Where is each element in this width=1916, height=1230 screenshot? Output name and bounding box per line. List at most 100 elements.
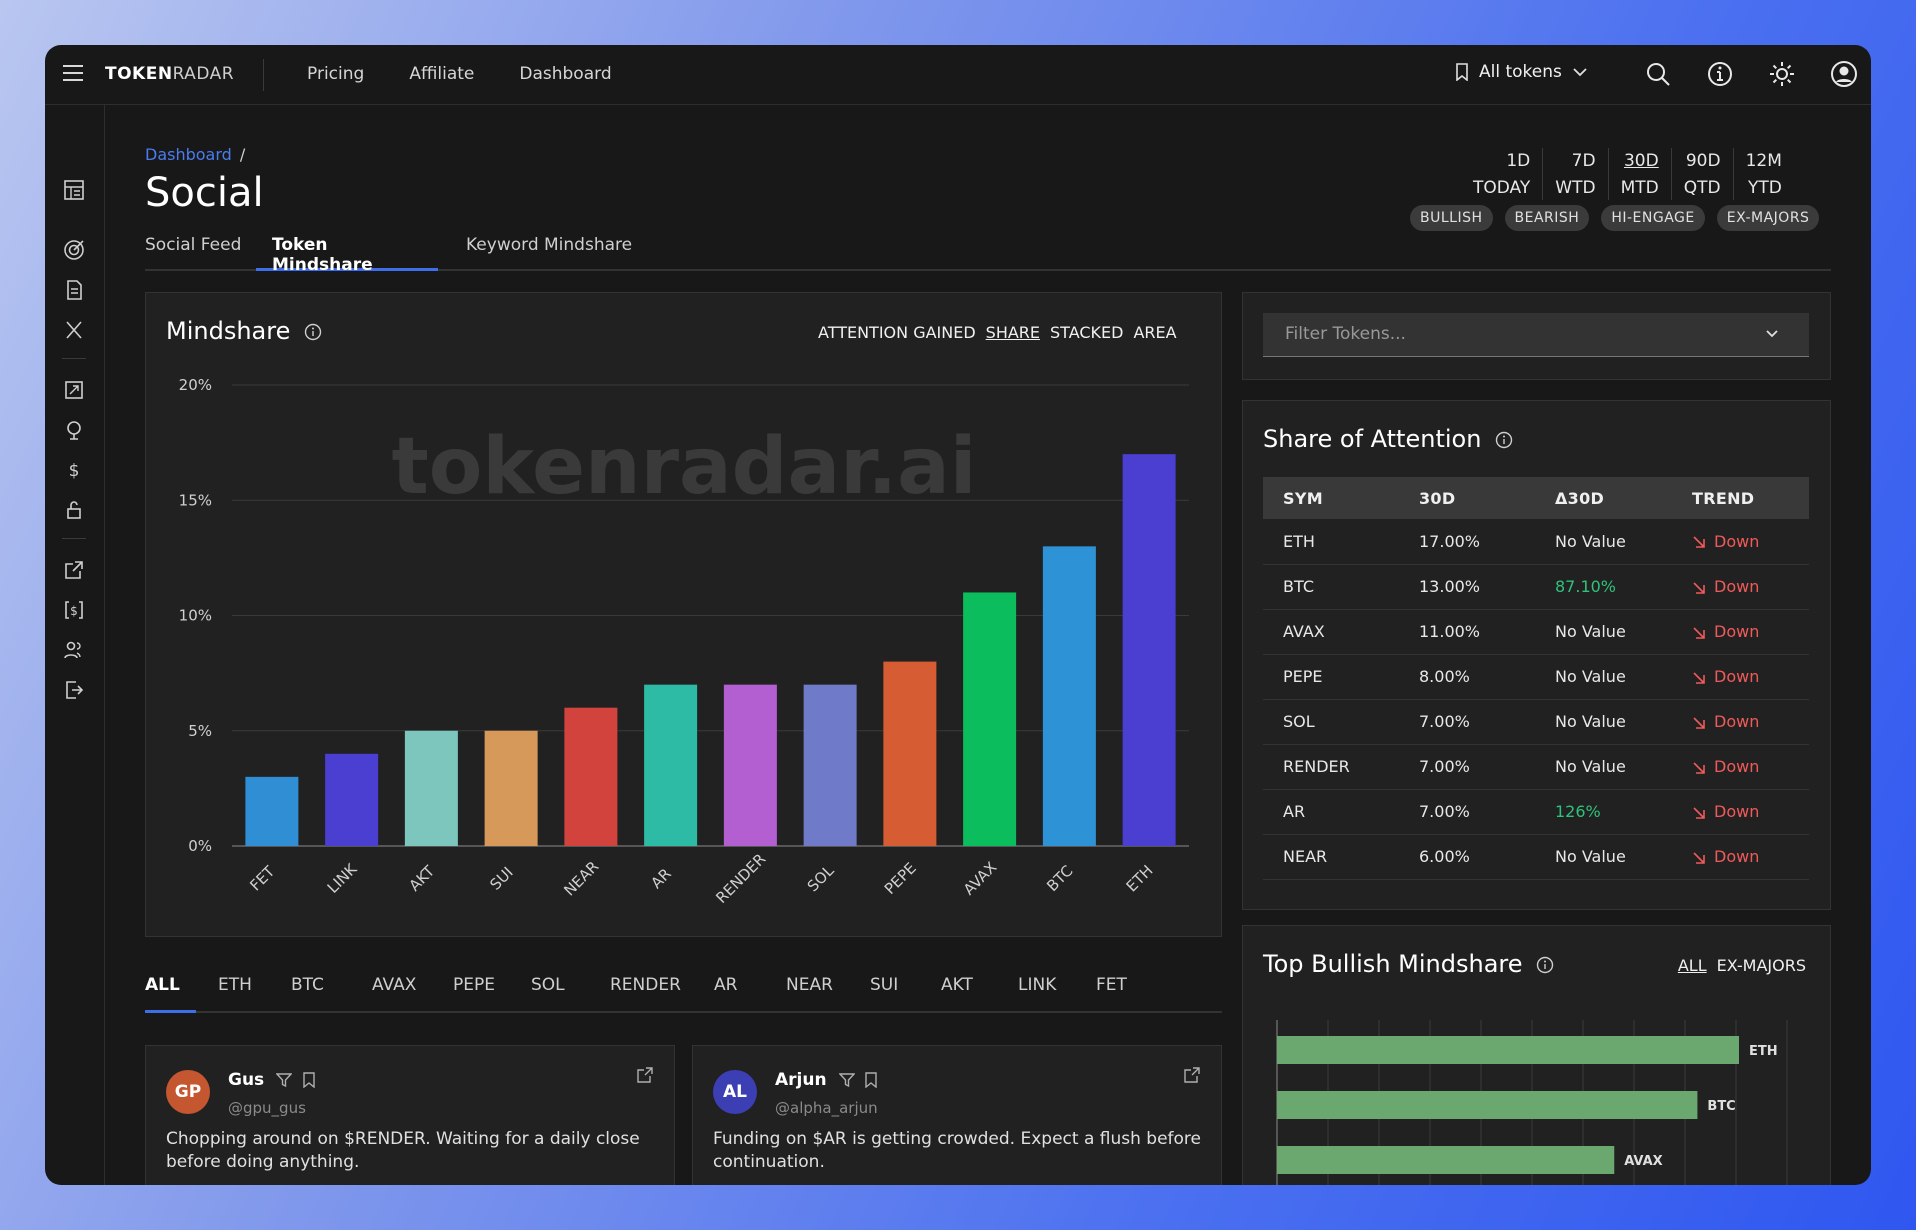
bullish-bar-btc[interactable] (1277, 1091, 1698, 1119)
dollar-icon[interactable]: $ (62, 458, 86, 482)
table-row[interactable]: AR 7.00% 126% Down (1263, 789, 1809, 835)
chip-bullish[interactable]: BULLISH (1410, 205, 1493, 231)
token-tab-sol[interactable]: SOL (531, 975, 565, 1013)
bar-render[interactable] (723, 684, 777, 846)
globe-icon[interactable] (62, 418, 86, 442)
token-tab-link[interactable]: LINK (1018, 975, 1056, 1013)
logout-icon[interactable] (62, 678, 86, 702)
external-link-icon[interactable] (1183, 1066, 1201, 1084)
period-90d[interactable]: 90D QTD (1684, 148, 1721, 202)
col-30d[interactable]: 30D (1399, 477, 1535, 519)
chip-ex-majors[interactable]: EX-MAJORS (1716, 205, 1820, 231)
period-12m[interactable]: 12M YTD (1746, 148, 1782, 202)
post-handle[interactable]: @alpha_arjun (775, 1099, 878, 1117)
external-link-icon[interactable] (62, 558, 86, 582)
col-sym[interactable]: SYM (1263, 477, 1399, 519)
bar-akt[interactable] (404, 730, 458, 846)
unlock-icon[interactable] (62, 498, 86, 522)
tab-keyword-mindshare[interactable]: Keyword Mindshare (466, 235, 632, 271)
target-icon[interactable] (62, 238, 86, 262)
token-tab-all[interactable]: ALL (145, 975, 196, 1013)
period-divider (1670, 148, 1672, 200)
filter-icon[interactable] (275, 1072, 293, 1088)
expand-icon[interactable] (62, 378, 86, 402)
cell-sym: AR (1263, 789, 1399, 835)
bullish-bar-avax[interactable] (1277, 1146, 1615, 1174)
arrow-down-right-icon (1693, 851, 1705, 864)
users-icon[interactable] (62, 638, 86, 662)
table-row[interactable]: NEAR 6.00% No Value Down (1263, 834, 1809, 880)
bar-avax[interactable] (963, 592, 1017, 846)
token-selector[interactable]: All tokens (1455, 62, 1588, 82)
bar-near[interactable] (564, 707, 618, 846)
user-avatar-icon[interactable] (1829, 59, 1859, 89)
table-row[interactable]: BTC 13.00% 87.10% Down (1263, 564, 1809, 610)
chevron-down-icon (1766, 330, 1778, 338)
token-tab-render[interactable]: RENDER (610, 975, 681, 1013)
post-card[interactable]: GP Gus @gpu_gus Chopping around on $REND… (145, 1045, 675, 1185)
token-tab-pepe[interactable]: PEPE (453, 975, 495, 1013)
info-icon[interactable] (1495, 431, 1513, 449)
table-row[interactable]: SOL 7.00% No Value Down (1263, 699, 1809, 745)
post-handle[interactable]: @gpu_gus (228, 1099, 306, 1117)
avatar[interactable]: GP (166, 1070, 210, 1114)
table-row[interactable]: AVAX 11.00% No Value Down (1263, 609, 1809, 655)
token-tab-eth[interactable]: ETH (218, 975, 252, 1013)
period-7d[interactable]: 7D WTD (1555, 148, 1595, 202)
post-author[interactable]: Arjun (775, 1070, 878, 1090)
tab-token-mindshare[interactable]: Token Mindshare (256, 235, 438, 275)
theme-toggle-icon[interactable] (1767, 59, 1797, 89)
bar-link[interactable] (325, 753, 379, 846)
document-icon[interactable] (62, 278, 86, 302)
token-tab-near[interactable]: NEAR (786, 975, 833, 1013)
col-delta-30d[interactable]: Δ30D (1535, 477, 1672, 519)
bookmark-icon[interactable] (864, 1072, 878, 1089)
bar-ar[interactable] (644, 684, 698, 846)
pricing-icon[interactable]: $ (62, 598, 86, 622)
external-link-icon[interactable] (636, 1066, 654, 1084)
col-trend[interactable]: TREND (1672, 477, 1809, 519)
token-tab-sui[interactable]: SUI (870, 975, 898, 1013)
sidebar-divider (62, 538, 86, 539)
tab-social-feed[interactable]: Social Feed (145, 235, 241, 271)
bar-fet[interactable] (245, 776, 299, 846)
token-tab-akt[interactable]: AKT (941, 975, 973, 1013)
period-30d[interactable]: 30D MTD (1621, 148, 1659, 202)
nav-pricing[interactable]: Pricing (307, 64, 364, 84)
token-tab-avax[interactable]: AVAX (372, 975, 416, 1013)
table-row[interactable]: PEPE 8.00% No Value Down (1263, 654, 1809, 700)
bar-pepe[interactable] (883, 661, 937, 846)
post-author[interactable]: Gus (228, 1070, 316, 1090)
info-icon[interactable] (1705, 59, 1735, 89)
bar-sol[interactable] (803, 684, 857, 846)
table-row[interactable]: RENDER 7.00% No Value Down (1263, 744, 1809, 790)
post-card[interactable]: AL Arjun @alpha_arjun Funding on $AR is … (692, 1045, 1222, 1185)
x-social-icon[interactable] (62, 318, 86, 342)
bookmark-icon[interactable] (302, 1072, 316, 1089)
cell-30d: 7.00% (1399, 699, 1535, 745)
period-divider (1542, 148, 1544, 200)
logo[interactable]: TOKENRADAR (105, 64, 234, 84)
bullish-bar-eth[interactable] (1277, 1036, 1739, 1064)
search-icon[interactable] (1643, 59, 1673, 89)
bar-eth[interactable] (1122, 454, 1176, 846)
breadcrumb-dashboard[interactable]: Dashboard (145, 145, 232, 164)
bar-sui[interactable] (484, 730, 538, 846)
token-tab-fet[interactable]: FET (1096, 975, 1127, 1013)
nav-dashboard[interactable]: Dashboard (519, 64, 611, 84)
period-1d[interactable]: 1D TODAY (1473, 148, 1530, 202)
filter-tokens-select[interactable]: Filter Tokens... (1263, 313, 1809, 357)
chip-bearish[interactable]: BEARISH (1504, 205, 1590, 231)
token-tab-ar[interactable]: AR (714, 975, 737, 1013)
nav-affiliate[interactable]: Affiliate (409, 64, 474, 84)
menu-icon[interactable] (63, 65, 83, 81)
bullish-bar-label: AVAX (1624, 1154, 1662, 1169)
table-row[interactable]: ETH 17.00% No Value Down (1263, 519, 1809, 565)
trend-label: Down (1714, 757, 1760, 776)
token-tab-btc[interactable]: BTC (291, 975, 324, 1013)
bar-btc[interactable] (1042, 546, 1096, 846)
dashboard-icon[interactable] (62, 178, 86, 202)
avatar[interactable]: AL (713, 1070, 757, 1114)
filter-icon[interactable] (837, 1072, 856, 1088)
chip-hi-engage[interactable]: HI-ENGAGE (1601, 205, 1705, 231)
